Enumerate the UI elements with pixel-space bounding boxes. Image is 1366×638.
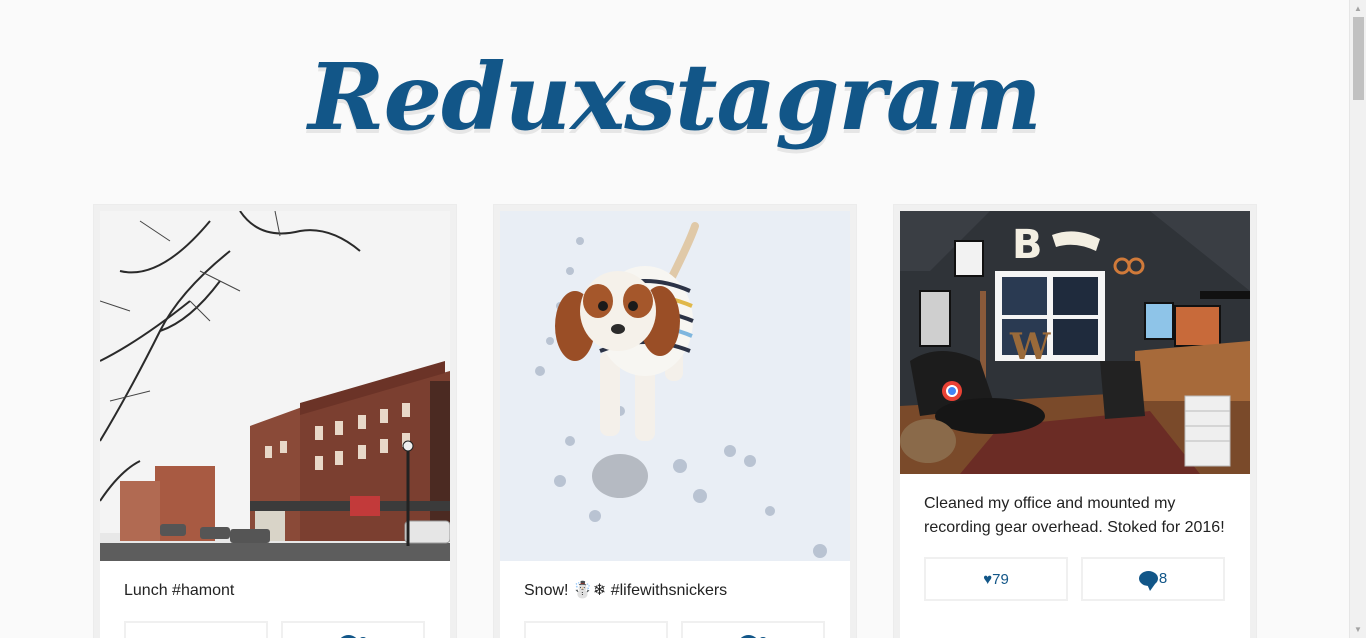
post-controls: ♥59 3 [524, 621, 826, 638]
speech-bubble-icon [1138, 571, 1158, 591]
svg-text:W: W [1009, 326, 1051, 368]
street-photo [100, 211, 450, 561]
post-photo[interactable]: B W [900, 211, 1250, 474]
comment-count: 3 [359, 634, 367, 638]
post-photo[interactable] [500, 211, 850, 561]
office-photo: B W [900, 211, 1250, 474]
post-controls: ♥56 3 [124, 621, 426, 638]
comments-button[interactable]: 3 [281, 621, 425, 638]
scroll-up-arrow-icon[interactable]: ▲ [1350, 0, 1366, 17]
post-caption: Lunch #hamont [124, 582, 235, 599]
post-caption: Cleaned my office and mounted my recordi… [924, 495, 1225, 536]
comment-count: 8 [1158, 570, 1168, 587]
vertical-scrollbar[interactable]: ▲ ▼ [1349, 0, 1366, 638]
like-button[interactable]: ♥79 [924, 557, 1068, 601]
like-button[interactable]: ♥59 [524, 621, 668, 638]
comments-button[interactable]: 8 [1081, 557, 1225, 601]
post-photo[interactable] [100, 211, 450, 561]
post-card: Lunch #hamont ♥56 3 [94, 205, 456, 638]
post-card: B W Cleaned my office and mounted my rec… [894, 205, 1256, 638]
post-caption: Snow! ☃️❄ #lifewithsnickers [524, 582, 728, 599]
svg-text:B: B [1012, 222, 1043, 268]
post-controls: ♥79 8 [924, 557, 1226, 601]
scrollbar-thumb[interactable] [1353, 17, 1364, 100]
scroll-down-arrow-icon[interactable]: ▼ [1350, 621, 1366, 638]
comments-button[interactable]: 3 [681, 621, 825, 638]
like-button[interactable]: ♥56 [124, 621, 268, 638]
app-logo[interactable]: Reduxstagram [0, 22, 1349, 172]
page: Reduxstagram Lunch #hamont Snow! ☃️❄ #li… [0, 0, 1349, 638]
comment-count: 3 [759, 634, 767, 638]
dog-photo [500, 211, 850, 561]
post-card: Snow! ☃️❄ #lifewithsnickers ♥59 3 [494, 205, 856, 638]
